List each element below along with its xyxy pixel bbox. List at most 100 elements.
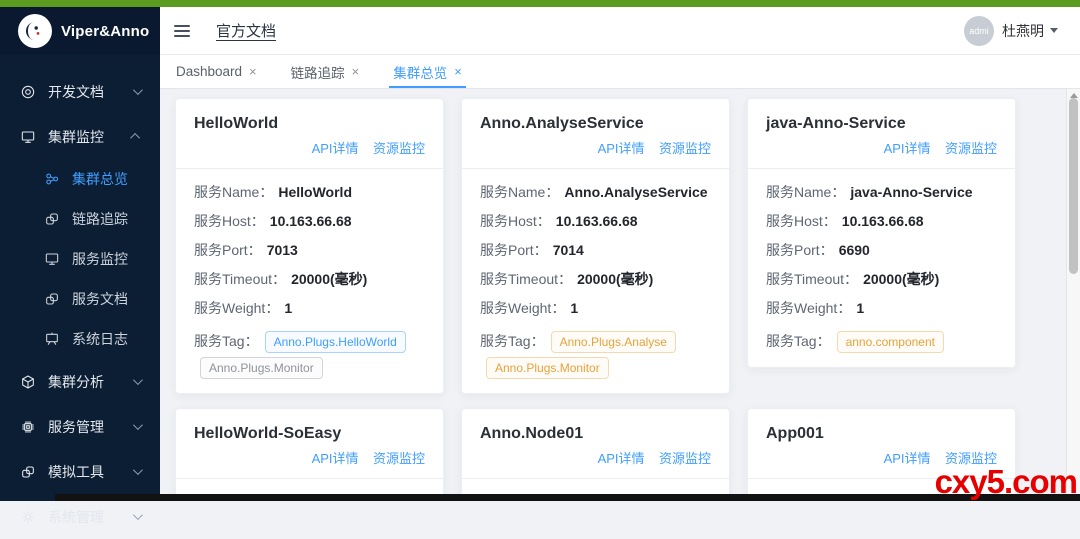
field-label: 服务Timeout： (480, 271, 572, 287)
resource-monitor-link[interactable]: 资源监控 (659, 451, 711, 466)
service-tag-row: 服务Tag：Anno.Plugs.AnalyseAnno.Plugs.Monit… (480, 327, 711, 379)
field-label: 服务Tag： (480, 333, 545, 349)
service-card-header: HelloWorld API详情 资源监控 (176, 99, 443, 169)
sidebar-item-label: 集群分析 (48, 372, 104, 392)
resource-monitor-link[interactable]: 资源监控 (659, 141, 711, 156)
sidebar-item-service-docs[interactable]: 服务文档 (0, 279, 160, 319)
sidebar-item-trace[interactable]: 链路追踪 (0, 199, 160, 239)
service-tag: Anno.Plugs.Monitor (200, 357, 323, 379)
api-detail-link[interactable]: API详情 (884, 451, 931, 466)
vertical-scrollbar[interactable] (1066, 89, 1080, 501)
sidebar-item-system-log[interactable]: 系统日志 (0, 319, 160, 359)
brand-logo-block: Viper&Anno (0, 7, 160, 55)
service-card-header: Anno.AnalyseService API详情 资源监控 (462, 99, 729, 169)
compass-icon (20, 84, 36, 100)
link-icon (44, 211, 60, 227)
service-card-header: Anno.Node01 API详情 资源监控 (462, 409, 729, 479)
api-detail-link[interactable]: API详情 (598, 141, 645, 156)
service-field-row: 服务Host： 10.163.66.68 (480, 211, 711, 231)
api-detail-link[interactable]: API详情 (312, 451, 359, 466)
service-card-body: 服务Name： HelloWorld 服务Host：10.163.66.68 服务… (176, 169, 443, 393)
field-value: 20000(毫秒) (863, 271, 939, 287)
field-value: 20000(毫秒) (577, 271, 653, 287)
bottom-window-edge (55, 494, 1080, 501)
hamburger-icon[interactable] (174, 25, 190, 37)
official-docs-link[interactable]: 官方文档 (216, 20, 276, 41)
service-field-row: 服务Weight：1 (194, 298, 425, 318)
sidebar-item-mock-tools[interactable]: 模拟工具 (0, 449, 160, 494)
resource-monitor-link[interactable]: 资源监控 (373, 141, 425, 156)
api-detail-link[interactable]: API详情 (312, 141, 359, 156)
sidebar-item-cluster-monitor[interactable]: 集群监控 (0, 114, 160, 159)
tab-label: 集群总览 (393, 62, 447, 82)
resource-monitor-link[interactable]: 资源监控 (945, 141, 997, 156)
field-label: 服务Port： (766, 242, 834, 258)
cluster-icon (44, 171, 60, 187)
service-field-row: 服务Timeout：20000(毫秒) (194, 269, 425, 289)
field-value: 10.163.66.68 (556, 213, 638, 229)
resource-monitor-link[interactable]: 资源监控 (373, 451, 425, 466)
field-label: 服务Weight： (194, 300, 279, 316)
api-detail-link[interactable]: API详情 (598, 451, 645, 466)
service-card-links: API详情 资源监控 (194, 138, 425, 158)
service-field-row: 服务Host：10.163.66.68 (194, 211, 425, 231)
field-label: 服务Host： (480, 213, 551, 229)
service-card: Anno.Node01 API详情 资源监控 服务Name：Anno.Node0… (461, 408, 730, 501)
service-field-row: 服务Timeout：20000(毫秒) (766, 269, 997, 289)
avatar: admi (964, 16, 994, 46)
tab-cluster-overview[interactable]: 集群总览 × (393, 55, 462, 88)
tab-close-icon[interactable]: × (352, 65, 360, 78)
service-card-body: 服务Name： java-Anno-Service 服务Host： 10.163.6… (748, 169, 1015, 367)
field-value: java-Anno-Service (850, 184, 972, 200)
scrollbar-thumb[interactable] (1069, 98, 1078, 274)
service-tag: anno.component (837, 331, 944, 353)
header: 官方文档 admi 杜燕明 (160, 7, 1080, 55)
service-card-links: API详情 资源监控 (766, 138, 997, 158)
service-card-title: HelloWorld (194, 113, 425, 135)
sidebar-item-label: 集群监控 (48, 127, 104, 147)
field-label: 服务Name： (194, 184, 273, 200)
sidebar-item-label: 服务文档 (72, 289, 128, 309)
service-card: Anno.AnalyseService API详情 资源监控 服务Name：An… (461, 98, 730, 394)
service-card: HelloWorld API详情 资源监控 服务Name： HelloWorld … (175, 98, 444, 394)
api-detail-link[interactable]: API详情 (884, 141, 931, 156)
service-card: HelloWorld-SoEasy API详情 资源监控 服务Name：Hell… (175, 408, 444, 501)
tab-label: 链路追踪 (291, 62, 345, 82)
sidebar-item-service-monitor[interactable]: 服务监控 (0, 239, 160, 279)
field-value: 10.163.66.68 (842, 213, 924, 229)
field-label: 服务Timeout： (194, 271, 286, 287)
sidebar-item-cluster-analysis[interactable]: 集群分析 (0, 359, 160, 404)
sidebar-item-label: 集群总览 (72, 169, 128, 189)
sidebar-item-cluster-overview[interactable]: 集群总览 (0, 159, 160, 199)
chevron-down-icon (133, 420, 143, 430)
tab-close-icon[interactable]: × (249, 65, 257, 78)
service-card-title: Anno.AnalyseService (480, 113, 711, 135)
service-field-row: 服务Port：7014 (480, 240, 711, 260)
service-card-links: API详情 资源监控 (480, 448, 711, 468)
sidebar: Viper&Anno 开发文档 集群监控 集群总览 链路追踪 服务监控 服务文档 (0, 7, 160, 501)
tab-bar: Dashboard × 链路追踪 × 集群总览 × (160, 55, 1080, 89)
sidebar-item-label: 链路追踪 (72, 209, 128, 229)
service-card-body: 服务Name：Anno.AnalyseService 服务Host：10.163… (462, 169, 729, 393)
service-card-links: API详情 资源监控 (194, 448, 425, 468)
monitor-icon (20, 129, 36, 145)
tab-trace[interactable]: 链路追踪 × (291, 55, 360, 88)
watermark-text: cxy5.com (935, 465, 1077, 498)
sidebar-menu: 开发文档 集群监控 集群总览 链路追踪 服务监控 服务文档 系统日志 (0, 55, 160, 539)
field-label: 服务Host： (766, 213, 837, 229)
service-card-title: Anno.Node01 (480, 423, 711, 445)
user-menu[interactable]: admi 杜燕明 (964, 16, 1058, 46)
field-label: 服务Name： (766, 184, 845, 200)
tab-close-icon[interactable]: × (454, 65, 462, 78)
chevron-down-icon (133, 85, 143, 95)
sidebar-item-service-management[interactable]: 服务管理 (0, 404, 160, 449)
field-value: HelloWorld (278, 184, 352, 200)
field-label: 服务Host： (194, 213, 265, 229)
sidebar-item-label: 开发文档 (48, 82, 104, 102)
sidebar-item-label: 系统管理 (48, 507, 104, 527)
top-green-strip (0, 0, 1080, 7)
board-icon (44, 331, 60, 347)
tab-dashboard[interactable]: Dashboard × (176, 55, 257, 88)
service-field-row: 服务Port：7013 (194, 240, 425, 260)
sidebar-item-dev-docs[interactable]: 开发文档 (0, 69, 160, 114)
